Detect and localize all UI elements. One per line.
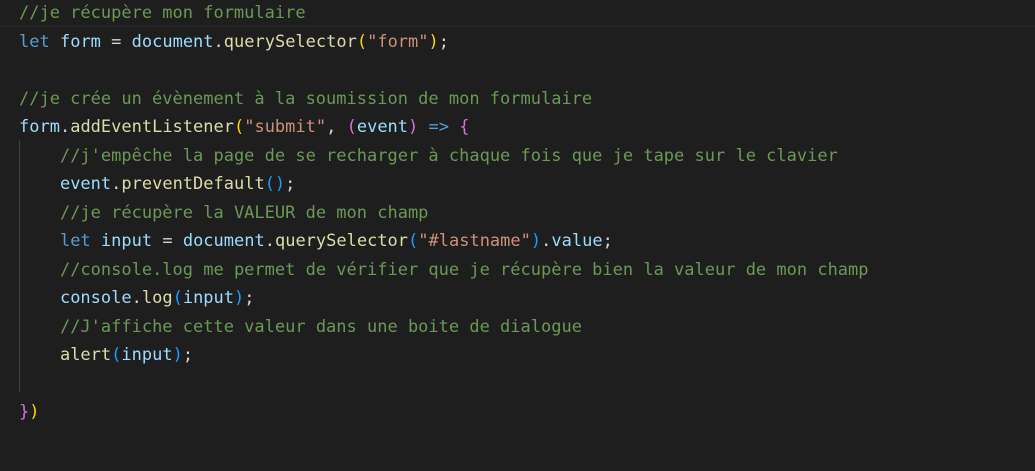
code-token: //J'affiche cette valeur dans une boite …	[59, 316, 582, 337]
code-token: .	[541, 231, 552, 251]
code-line[interactable]: //J'affiche cette valeur dans une boite …	[0, 313, 1035, 341]
code-token: .	[59, 117, 71, 137]
code-token: document	[182, 231, 265, 251]
code-line[interactable]: })	[0, 398, 1035, 426]
code-token: )	[530, 231, 542, 251]
code-token: ;	[438, 31, 450, 52]
code-token: {	[459, 117, 470, 137]
code-line-text: //je récupère mon formulaire	[19, 0, 306, 27]
code-token: form	[19, 117, 60, 137]
code-line-text: //j'empêche la page de se recharger à ch…	[19, 142, 838, 170]
code-token: form	[59, 31, 101, 52]
code-token: querySelector	[223, 31, 357, 52]
code-line-text: console.log(input);	[19, 284, 255, 312]
code-line-text: let form = document.querySelector("form"…	[19, 28, 449, 56]
code-token: =	[100, 31, 132, 52]
code-token: ,	[326, 117, 347, 137]
code-token: )	[408, 117, 419, 137]
code-token: (	[233, 117, 245, 137]
code-token: querySelector	[274, 231, 409, 251]
code-token: (	[408, 231, 419, 251]
code-line[interactable]: let form = document.querySelector("form"…	[0, 28, 1035, 56]
code-token: (	[111, 345, 122, 365]
code-line[interactable]: event.preventDefault();	[0, 170, 1035, 198]
code-line[interactable]: let input = document.querySelector("#las…	[0, 227, 1035, 255]
code-line[interactable]: //j'empêche la page de se recharger à ch…	[0, 142, 1035, 170]
code-token: =>	[428, 117, 450, 137]
code-token: ;	[182, 345, 194, 365]
code-token: input	[100, 231, 153, 251]
code-line[interactable]: //je récupère mon formulaire	[0, 0, 1035, 27]
code-line-text: })	[19, 398, 40, 426]
code-token: "form"	[367, 31, 429, 52]
code-token: .	[213, 31, 224, 52]
code-token: log	[141, 288, 173, 308]
code-token: //je récupère la VALEUR de mon champ	[59, 202, 429, 223]
code-token: //je récupère mon formulaire	[19, 3, 306, 23]
code-token: ()	[264, 174, 286, 194]
code-token: "submit"	[244, 117, 327, 137]
code-token: //console.log me permet de vérifier que …	[59, 259, 869, 280]
code-line[interactable]: console.log(input);	[0, 284, 1035, 312]
code-token: event	[59, 174, 112, 194]
code-token: )	[172, 345, 183, 365]
code-token: (	[346, 117, 357, 137]
code-line[interactable]: form.addEventListener("submit", (event) …	[0, 113, 1035, 141]
code-token: preventDefault	[121, 174, 265, 194]
code-line[interactable]	[0, 56, 1035, 84]
code-token: ;	[285, 174, 296, 194]
code-token: document	[131, 31, 214, 52]
code-line-text: //console.log me permet de vérifier que …	[19, 256, 869, 284]
code-token: input	[182, 288, 235, 308]
code-token: //je crée un évènement à la soumission d…	[19, 88, 593, 109]
code-line-text: //je récupère la VALEUR de mon champ	[19, 199, 428, 227]
code-token: (	[172, 288, 183, 308]
code-token: value	[551, 231, 603, 251]
code-token: //j'empêche la page de se recharger à ch…	[59, 145, 838, 166]
code-token: =	[152, 231, 183, 251]
code-line[interactable]: //console.log me permet de vérifier que …	[0, 256, 1035, 284]
code-line[interactable]: alert(input);	[0, 341, 1035, 369]
code-token: event	[356, 117, 409, 137]
code-token: console	[59, 288, 132, 308]
code-line-text: //je crée un évènement à la soumission d…	[19, 85, 592, 113]
code-token: "#lastname"	[418, 231, 531, 251]
code-token: }	[19, 402, 30, 422]
code-editor[interactable]: //je récupère mon formulaire let form = d…	[0, 0, 1035, 471]
code-token: ;	[244, 288, 255, 308]
code-line-text: //J'affiche cette valeur dans une boite …	[19, 313, 582, 341]
code-token: )	[29, 402, 40, 422]
code-line-text: alert(input);	[19, 341, 193, 369]
code-line[interactable]: //je récupère la VALEUR de mon champ	[0, 199, 1035, 227]
code-token: let	[19, 31, 50, 52]
code-token: .	[131, 288, 142, 308]
code-token: )	[428, 31, 439, 52]
code-token: input	[121, 345, 173, 365]
code-line[interactable]	[0, 370, 1035, 398]
code-token: addEventListener	[70, 117, 234, 137]
code-line-text: form.addEventListener("submit", (event) …	[19, 113, 470, 141]
code-token: alert	[59, 345, 112, 365]
code-token: .	[111, 174, 122, 194]
code-line[interactable]: //je crée un évènement à la soumission d…	[0, 85, 1035, 113]
code-line-text: event.preventDefault();	[19, 170, 295, 198]
code-token: let	[59, 231, 91, 251]
code-token: ;	[602, 231, 613, 251]
code-token: .	[264, 231, 275, 251]
code-line-text: let input = document.querySelector("#las…	[19, 227, 613, 255]
code-token: (	[356, 31, 368, 52]
code-token: )	[234, 288, 245, 308]
